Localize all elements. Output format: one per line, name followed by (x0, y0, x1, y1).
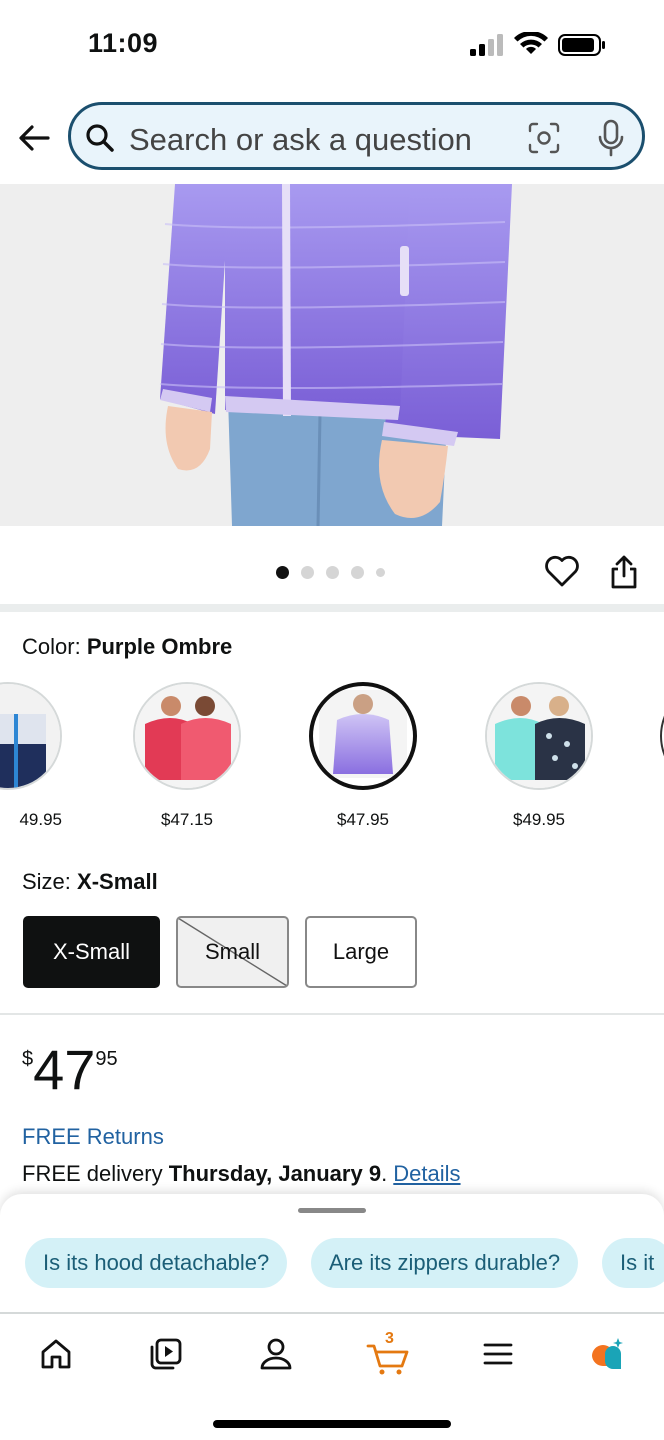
price-whole: 47 (33, 1038, 96, 1101)
question-chip[interactable]: Is it (602, 1238, 664, 1288)
section-divider (0, 604, 664, 612)
menu-icon[interactable] (480, 1336, 516, 1372)
carousel-dot[interactable] (351, 566, 364, 579)
delivery-suffix: . (381, 1161, 394, 1186)
swatch-price: 49.95 (19, 810, 62, 829)
image-controls (0, 526, 664, 606)
color-label: Color: Purple Ombre (22, 634, 232, 660)
share-icon[interactable] (608, 554, 640, 590)
price-symbol: $ (22, 1048, 34, 1070)
swatch-image (133, 682, 241, 790)
cellular-signal-icon (470, 34, 503, 56)
selected-size-name: X-Small (77, 869, 158, 894)
size-label: Size: X-Small (22, 869, 158, 895)
purple-jacket-image (0, 184, 664, 526)
carousel-dots[interactable] (276, 566, 385, 579)
product-image[interactable] (0, 184, 664, 526)
status-bar: 11:09 (0, 0, 664, 92)
question-chip[interactable]: Is its hood detachable? (25, 1238, 288, 1288)
size-option-label: Small (204, 939, 260, 964)
delivery-info: FREE delivery Thursday, January 9. Detai… (22, 1161, 461, 1187)
wifi-icon (514, 32, 548, 54)
camera-scan-icon[interactable] (527, 121, 561, 155)
back-arrow-icon[interactable] (14, 118, 54, 158)
search-header: Search or ask a question (0, 92, 664, 184)
product-price: $ 47 95 (22, 1042, 118, 1098)
home-icon[interactable] (38, 1336, 74, 1372)
delivery-date: Thursday, January 9 (168, 1161, 382, 1186)
sheet-drag-handle[interactable] (298, 1208, 366, 1213)
color-swatch[interactable]: $47.15 (133, 682, 241, 830)
search-input[interactable]: Search or ask a question (129, 122, 472, 158)
swatch-price: $49.95 (513, 810, 565, 829)
carousel-dot[interactable] (301, 566, 314, 579)
carousel-dot[interactable] (376, 568, 385, 577)
microphone-icon[interactable] (597, 119, 625, 157)
question-chip[interactable]: Are its zippers durable? (311, 1238, 579, 1288)
bottom-navigation: 3 (0, 1312, 664, 1440)
carousel-dot[interactable] (326, 566, 339, 579)
search-bar[interactable]: Search or ask a question (68, 102, 645, 170)
color-swatch[interactable]: $49.95 (485, 682, 593, 830)
color-swatch[interactable]: 49.95 (0, 682, 62, 830)
swatch-image (485, 682, 593, 790)
price-fraction: 95 (95, 1048, 118, 1070)
video-library-icon[interactable] (148, 1336, 184, 1372)
home-indicator (213, 1420, 451, 1428)
size-option-large[interactable]: Large (305, 916, 417, 988)
rufus-assistant-icon[interactable] (588, 1336, 624, 1372)
cart-count-badge: 3 (385, 1330, 394, 1347)
swatch-price: $47.15 (161, 810, 213, 829)
swatch-image (309, 682, 417, 790)
size-label-prefix: Size: (22, 869, 71, 894)
swatch-price: $47.95 (337, 810, 389, 829)
account-icon[interactable] (258, 1336, 294, 1372)
color-label-prefix: Color: (22, 634, 81, 659)
free-returns-link[interactable]: FREE Returns (22, 1124, 164, 1150)
status-time: 11:09 (88, 28, 159, 58)
swatch-image (0, 682, 62, 790)
question-suggestions-sheet: Is its hood detachable? Are its zippers … (0, 1194, 664, 1314)
delivery-details-link[interactable]: Details (393, 1161, 460, 1186)
search-icon (86, 124, 114, 152)
color-swatch[interactable] (660, 682, 664, 790)
carousel-dot[interactable] (276, 566, 289, 579)
selected-color-name: Purple Ombre (86, 634, 233, 659)
product-page: 11:09 Search or ask a question Color: Pu… (0, 0, 664, 1440)
size-option-x-small[interactable]: X-Small (23, 916, 160, 988)
heart-icon[interactable] (544, 554, 580, 588)
color-swatch-selected[interactable]: $47.95 (309, 682, 417, 830)
swatch-image (660, 682, 664, 790)
section-divider (0, 1013, 664, 1015)
size-option-small[interactable]: Small (176, 916, 289, 988)
battery-icon (558, 34, 605, 56)
delivery-prefix: FREE delivery (22, 1161, 169, 1186)
